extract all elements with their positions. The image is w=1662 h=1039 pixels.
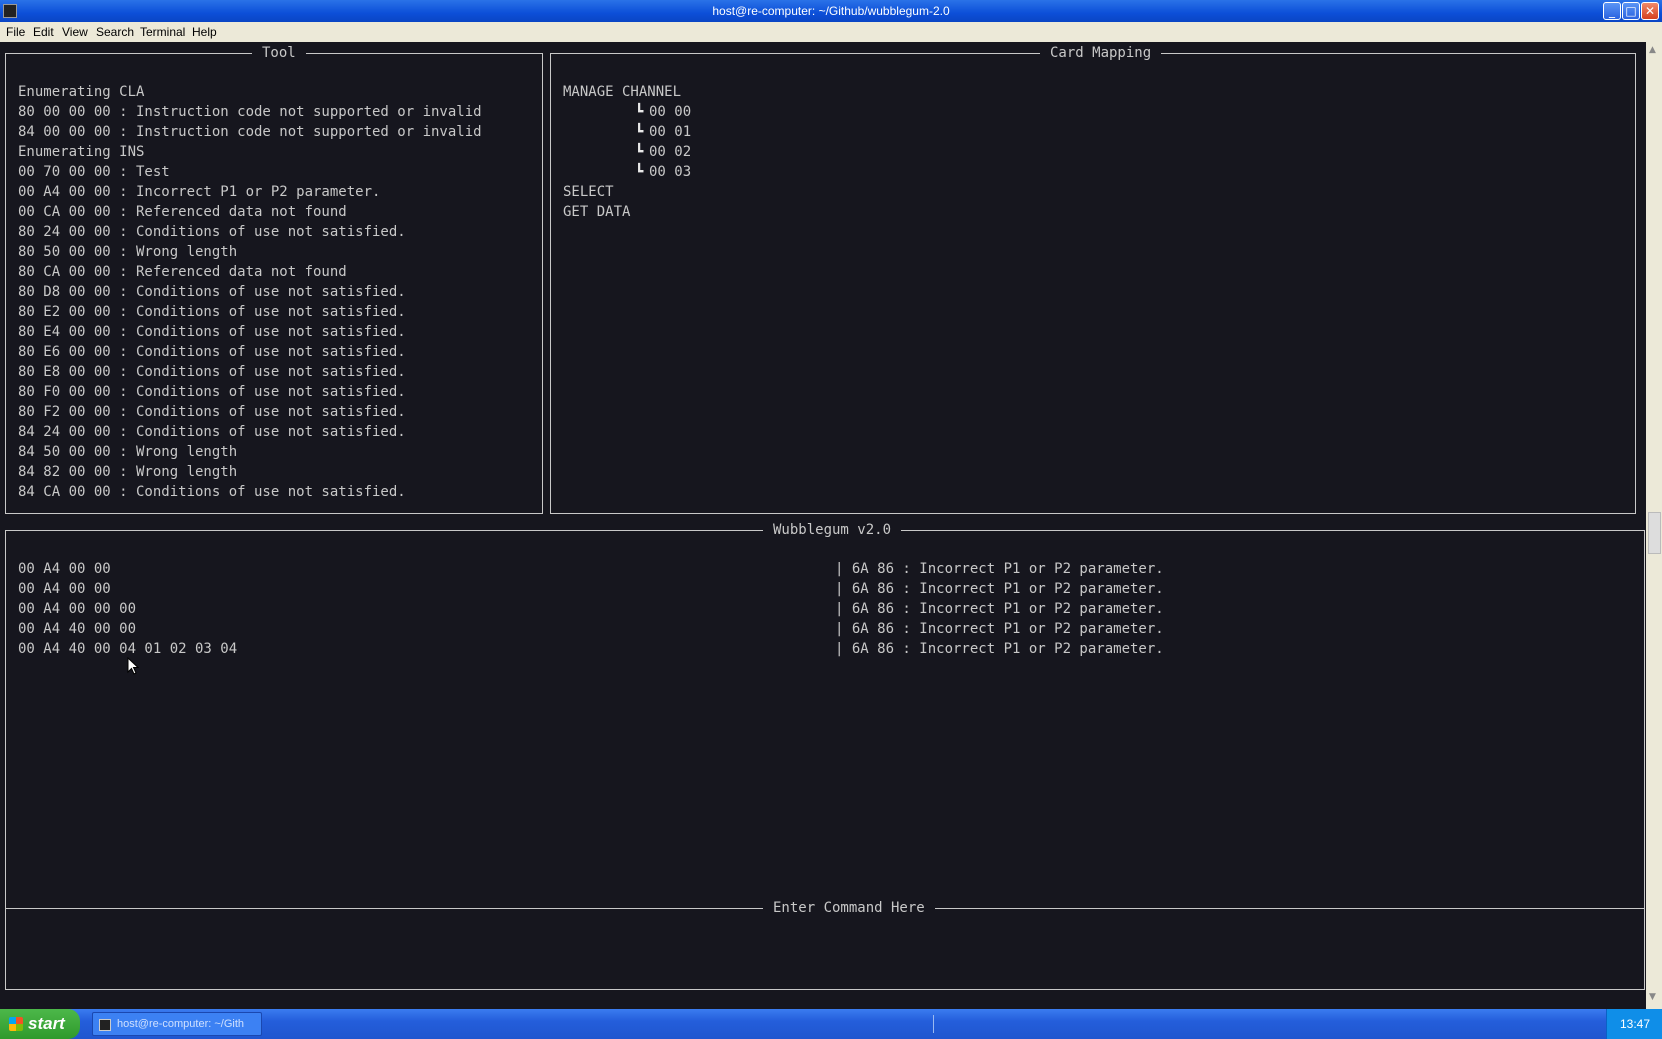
wubblegum-panel-title: Wubblegum v2.0: [763, 521, 902, 539]
tool-output-line: 84 00 00 00 : Instruction code not suppo…: [18, 124, 482, 140]
tool-output-line: 84 50 00 00 : Wrong length: [18, 444, 238, 460]
history-response: | 6A 86 : Incorrect P1 or P2 parameter.: [835, 561, 1164, 577]
scrollbar-thumb[interactable]: [1648, 512, 1661, 554]
menu-file[interactable]: File: [6, 25, 25, 39]
channel-node: ┗ 00 03: [563, 162, 691, 182]
command-panel: Enter Command Here: [5, 899, 1645, 990]
tool-output-line: 80 CA 00 00 : Referenced data not found: [18, 264, 347, 280]
history-command: 00 A4 40 00 04 01 02 03 04: [18, 641, 238, 657]
menu-bar: File Edit View Search Terminal Help: [0, 22, 1662, 42]
tool-panel-title: Tool: [252, 44, 306, 62]
branch-glyph: ┗: [635, 144, 644, 160]
taskbar: start host@re-computer: ~/Gith 13:47: [0, 1009, 1662, 1039]
scroll-up-icon[interactable]: ▲: [1649, 45, 1656, 55]
tool-output-line: 80 E4 00 00 : Conditions of use not sati…: [18, 324, 406, 340]
menu-view[interactable]: View: [62, 25, 88, 39]
menu-help[interactable]: Help: [192, 25, 217, 39]
taskbar-divider: [933, 1015, 934, 1033]
windows-logo-icon: [9, 1017, 23, 1031]
history-response: | 6A 86 : Incorrect P1 or P2 parameter.: [835, 581, 1164, 597]
history-row: 00 A4 40 00 00 | 6A 86 : Incorrect P1 or …: [18, 619, 1628, 639]
tool-output-line: 84 82 00 00 : Wrong length: [18, 464, 238, 480]
tool-panel: Tool Enumerating CLA 80 00 00 00 : Instru…: [5, 44, 543, 514]
window-title-bar: host@re-computer: ~/Github/wubblegum-2.0…: [0, 0, 1662, 22]
start-button[interactable]: start: [0, 1009, 80, 1039]
tool-output-line: 80 F0 00 00 : Conditions of use not sati…: [18, 384, 406, 400]
wubblegum-panel: Wubblegum v2.0 00 A4 00 00 | 6A 86 : Inco…: [5, 521, 1645, 908]
history-command: 00 A4 00 00: [18, 561, 111, 577]
card-mapping-panel: Card Mapping MANAGE CHANNEL ┗ 00 00 ┗ 00 0…: [550, 44, 1636, 514]
tool-output-line: 00 CA 00 00 : Referenced data not found: [18, 204, 347, 220]
terminal-icon: [99, 1019, 111, 1031]
menu-terminal[interactable]: Terminal: [140, 25, 185, 39]
tool-output-line: 80 E6 00 00 : Conditions of use not sati…: [18, 344, 406, 360]
channel-label: 00 02: [649, 144, 692, 160]
channel-node: ┗ 00 01: [563, 122, 691, 142]
taskbar-item-label: host@re-computer: ~/Gith: [117, 1018, 245, 1030]
tool-output-line: Enumerating INS: [18, 144, 145, 160]
history-response: | 6A 86 : Incorrect P1 or P2 parameter.: [835, 641, 1164, 657]
scroll-down-icon[interactable]: ▼: [1649, 992, 1656, 1002]
terminal-area[interactable]: Tool Enumerating CLA 80 00 00 00 : Instru…: [0, 42, 1646, 1009]
menu-search[interactable]: Search: [96, 25, 134, 39]
channel-node: ┗ 00 00: [563, 102, 691, 122]
history-row: 00 A4 00 00 00 | 6A 86 : Incorrect P1 or …: [18, 599, 1628, 619]
menu-edit[interactable]: Edit: [33, 25, 54, 39]
channel-label: 00 00: [649, 104, 692, 120]
vertical-scrollbar[interactable]: ▲ ▼: [1646, 42, 1662, 1009]
history-command: 00 A4 00 00 00: [18, 601, 137, 617]
history-row: 00 A4 00 00 | 6A 86 : Incorrect P1 or P2 …: [18, 579, 1628, 599]
branch-glyph: ┗: [635, 164, 644, 180]
history-command: 00 A4 00 00: [18, 581, 111, 597]
tool-output-line: 84 24 00 00 : Conditions of use not sati…: [18, 424, 406, 440]
tool-output-line: 00 70 00 00 : Test: [18, 164, 170, 180]
close-button[interactable]: ✕: [1641, 2, 1659, 20]
taskbar-item-terminal[interactable]: host@re-computer: ~/Gith: [92, 1012, 262, 1036]
tool-output-line: 80 50 00 00 : Wrong length: [18, 244, 238, 260]
tool-output-line: 80 E8 00 00 : Conditions of use not sati…: [18, 364, 406, 380]
tool-output: Enumerating CLA 80 00 00 00 : Instruction…: [18, 82, 482, 502]
get-data-node: GET DATA: [563, 204, 631, 220]
history-response: | 6A 86 : Incorrect P1 or P2 parameter.: [835, 601, 1164, 617]
tool-output-line: 00 A4 00 00 : Incorrect P1 or P2 paramet…: [18, 184, 381, 200]
start-label: start: [28, 1014, 65, 1033]
tool-output-line: Enumerating CLA: [18, 84, 145, 100]
tool-output-line: 80 00 00 00 : Instruction code not suppo…: [18, 104, 482, 120]
mouse-pointer-icon: [127, 657, 139, 675]
history-command: 00 A4 40 00 00: [18, 621, 137, 637]
history-row: 00 A4 40 00 04 01 02 03 04 | 6A 86 : Inco…: [18, 639, 1628, 659]
command-panel-title: Enter Command Here: [763, 899, 935, 917]
tool-output-line: 80 D8 00 00 : Conditions of use not sati…: [18, 284, 406, 300]
tool-output-line: 80 F2 00 00 : Conditions of use not sati…: [18, 404, 406, 420]
history-row: 00 A4 00 00 | 6A 86 : Incorrect P1 or P2 …: [18, 559, 1628, 579]
system-tray: 13:47: [1606, 1009, 1662, 1039]
card-mapping-title: Card Mapping: [1040, 44, 1162, 62]
branch-glyph: ┗: [635, 124, 644, 140]
branch-glyph: ┗: [635, 104, 644, 120]
history-response: | 6A 86 : Incorrect P1 or P2 parameter.: [835, 621, 1164, 637]
command-input[interactable]: [18, 929, 1628, 953]
manage-channel-node: MANAGE CHANNEL: [563, 84, 682, 100]
channel-node: ┗ 00 02: [563, 142, 691, 162]
channel-label: 00 01: [649, 124, 692, 140]
tool-output-line: 80 24 00 00 : Conditions of use not sati…: [18, 224, 406, 240]
channel-label: 00 03: [649, 164, 692, 180]
tool-output-line: 80 E2 00 00 : Conditions of use not sati…: [18, 304, 406, 320]
command-history: 00 A4 00 00 | 6A 86 : Incorrect P1 or P2 …: [18, 559, 1628, 659]
clock[interactable]: 13:47: [1620, 1017, 1650, 1031]
window-title: host@re-computer: ~/Github/wubblegum-2.0: [712, 4, 950, 18]
maximize-button[interactable]: □: [1622, 2, 1640, 20]
select-node: SELECT: [563, 184, 614, 200]
minimize-button[interactable]: _: [1603, 2, 1621, 20]
card-mapping-tree: MANAGE CHANNEL ┗ 00 00 ┗ 00 01 ┗ 00 02 ┗ 00 …: [563, 82, 691, 222]
tool-output-line: 84 CA 00 00 : Conditions of use not sati…: [18, 484, 406, 500]
